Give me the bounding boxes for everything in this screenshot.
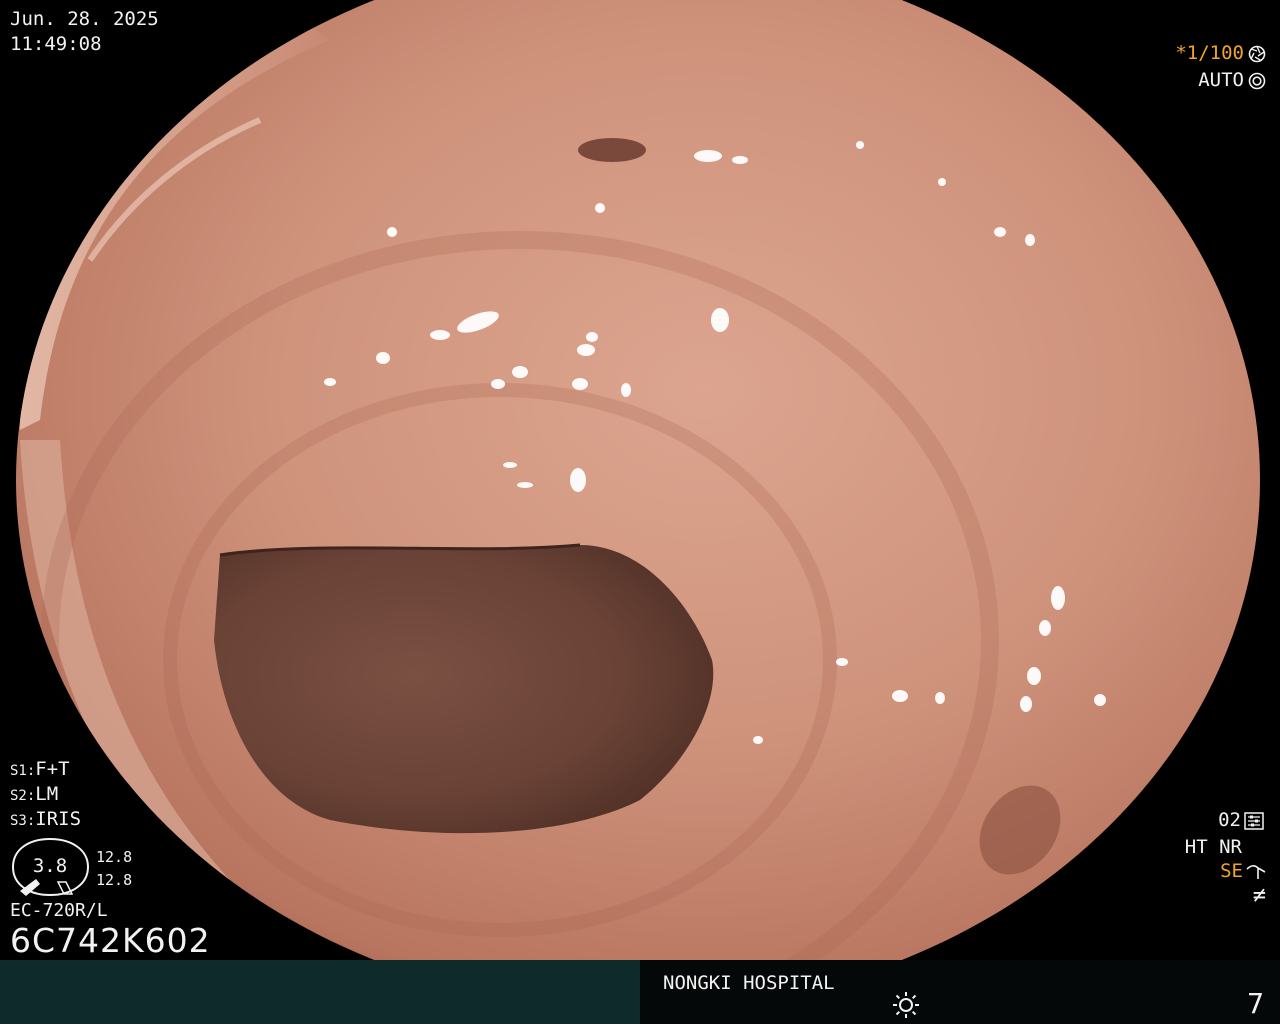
hospital-name: NONGKI HOSPITAL [663, 972, 835, 994]
setting-s1-value: F+T [35, 758, 70, 780]
enhancement-level-icon [1244, 811, 1264, 830]
shutter-speed: *1/100 [1175, 44, 1266, 63]
gauge-value: 3.8 [32, 855, 68, 877]
se-label: SE [1220, 860, 1243, 882]
setting-s3-prefix: S3: [10, 813, 36, 829]
iris-icon [1248, 72, 1266, 89]
shutter-value: *1/100 [1175, 42, 1244, 64]
status-bar [0, 960, 1280, 1024]
scope-model: EC-720R/L [10, 900, 108, 921]
not-equal-icon: ≠ [1252, 883, 1266, 908]
aperture-icon [1248, 45, 1266, 62]
setting-s2-prefix: S2: [10, 788, 36, 804]
time-label: 11:49:08 [10, 33, 102, 55]
status-bar-left [0, 960, 640, 1024]
ht-nr-status: HT NR [1184, 836, 1242, 858]
exposure-mode-label: AUTO [1198, 69, 1244, 91]
gauge-reading-bottom: 12.8 [96, 871, 133, 889]
setting-s2-value: LM [35, 783, 59, 805]
serial-number: 6C742K602 [10, 921, 211, 960]
setting-s3-value: IRIS [35, 808, 82, 830]
pressure-gauge: 3.8 [10, 836, 94, 898]
endoscopic-image [0, 0, 1280, 1024]
setting-s2: S2:LM [10, 785, 58, 804]
setting-s1-prefix: S1: [10, 763, 36, 779]
date-label: Jun. 28. 2025 [10, 8, 159, 30]
exposure-mode: AUTO [1198, 71, 1266, 90]
structure-enhance-status: SE [1220, 862, 1266, 881]
page-number: 7 [1247, 987, 1264, 1020]
enhancement-level: 02 [1218, 811, 1264, 830]
enhancement-level-value: 02 [1218, 809, 1241, 831]
structure-enhance-icon [1246, 864, 1266, 879]
gauge-reading-top: 12.8 [96, 848, 133, 866]
setting-s3: S3:IRIS [10, 810, 81, 829]
setting-s1: S1:F+T [10, 760, 70, 779]
sun-icon [893, 992, 919, 1018]
